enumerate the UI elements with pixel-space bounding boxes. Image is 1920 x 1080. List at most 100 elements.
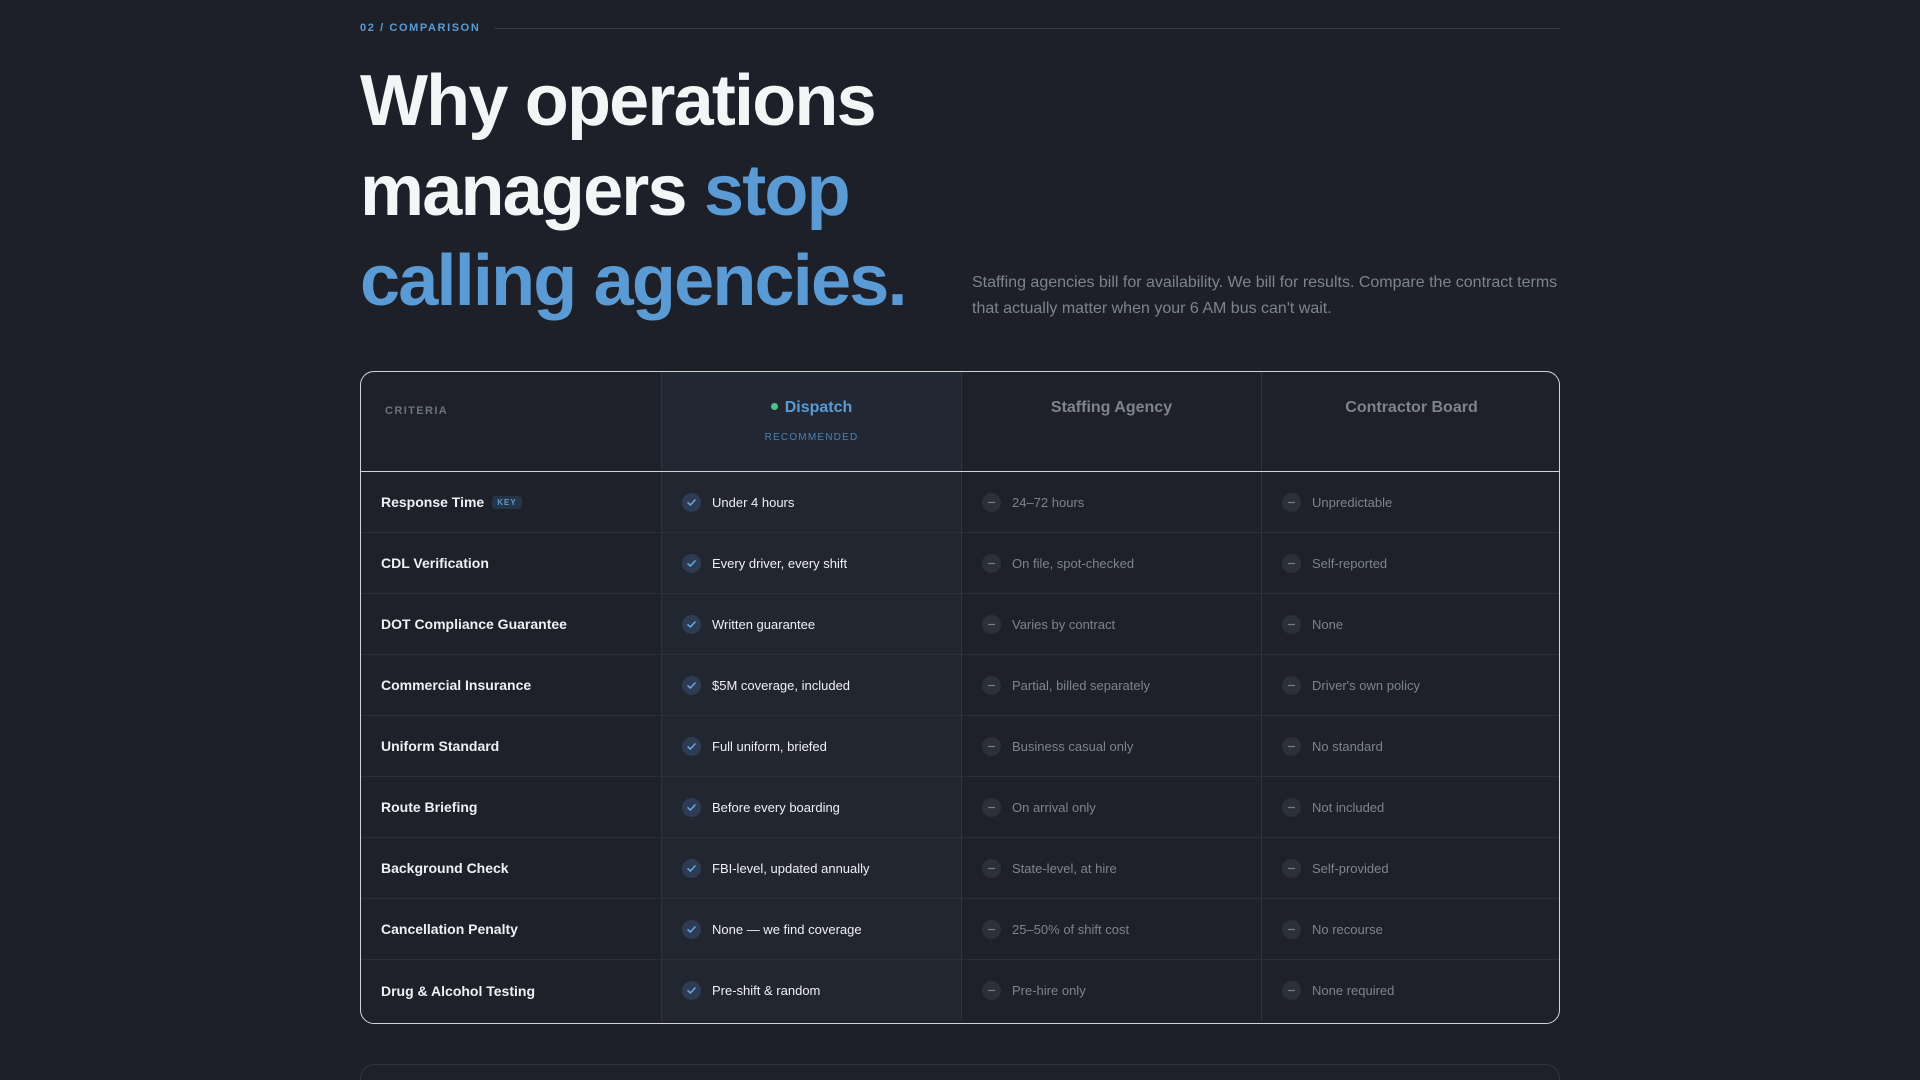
agency-cell: Pre-hire only <box>961 960 1261 1021</box>
criterion-label: Commercial Insurance <box>381 677 532 693</box>
dash-icon <box>1282 492 1301 512</box>
dispatch-value: Under 4 hours <box>712 494 795 510</box>
dash-icon <box>982 736 1001 756</box>
column-title-contractor-board: Contractor Board <box>1345 399 1478 416</box>
agency-value: Varies by contract <box>1012 616 1116 632</box>
dash-icon <box>982 858 1001 878</box>
column-title-dispatch: Dispatch <box>662 399 961 417</box>
dispatch-cell: Before every boarding <box>661 777 961 837</box>
dash-icon <box>1282 553 1301 573</box>
criterion-label: Cancellation Penalty <box>381 921 518 937</box>
headline-line-2: managers <box>360 151 704 231</box>
check-icon <box>682 797 701 817</box>
criterion-cell: Commercial Insurance <box>361 655 661 715</box>
dispatch-value: FBI-level, updated annually <box>712 860 870 876</box>
criterion-cell: DOT Compliance Guarantee <box>361 594 661 654</box>
agency-cell: Varies by contract <box>961 594 1261 654</box>
check-icon <box>682 858 701 878</box>
board-cell: Self-reported <box>1261 533 1559 593</box>
key-badge: KEY <box>492 495 522 509</box>
board-value: None required <box>1312 983 1395 998</box>
agency-cell: On arrival only <box>961 777 1261 837</box>
dash-icon <box>1282 614 1301 634</box>
dash-icon <box>1282 919 1301 939</box>
check-icon <box>682 919 701 939</box>
table-header: CRITERIA Dispatch RECOMMENDED Staffing A… <box>361 372 1559 472</box>
criterion-label: CDL Verification <box>381 555 489 571</box>
column-title-dispatch-label: Dispatch <box>784 399 853 416</box>
board-cell: None <box>1261 594 1559 654</box>
dash-icon <box>1282 736 1301 756</box>
table-row: Cancellation Penalty None — we find cover… <box>361 899 1559 960</box>
eyebrow-divider <box>494 27 1560 29</box>
criterion-label: Background Check <box>381 860 509 876</box>
check-icon <box>682 553 701 573</box>
dash-icon <box>1282 797 1301 817</box>
dispatch-cell: $5M coverage, included <box>661 655 961 715</box>
dispatch-value: Full uniform, briefed <box>712 738 827 754</box>
board-value: Self-provided <box>1312 860 1389 876</box>
board-value: No standard <box>1312 738 1383 754</box>
section-eyebrow: 02 / COMPARISON <box>360 22 481 34</box>
criterion-cell: CDL Verification <box>361 533 661 593</box>
table-row: Response Time KEY Under 4 hours 24–72 hours… <box>361 472 1559 533</box>
criterion-cell: Cancellation Penalty <box>361 899 661 959</box>
dispatch-cell: Every driver, every shift <box>661 533 961 593</box>
agency-cell: State-level, at hire <box>961 838 1261 898</box>
column-header-staffing-agency: Staffing Agency <box>961 372 1261 471</box>
column-header-dispatch: Dispatch RECOMMENDED <box>661 372 961 471</box>
table-row: Commercial Insurance $5M coverage, includ… <box>361 655 1559 716</box>
criteria-header: CRITERIA <box>385 405 449 417</box>
headline-line-1: Why operations <box>360 61 877 141</box>
criterion-label: DOT Compliance Guarantee <box>381 616 567 632</box>
dispatch-value: Written guarantee <box>712 616 816 632</box>
criterion-cell: Uniform Standard <box>361 716 661 776</box>
table-body: Response Time KEY Under 4 hours 24–72 hours… <box>361 472 1559 1021</box>
dispatch-cell: None — we find coverage <box>661 899 961 959</box>
status-dot <box>770 403 778 410</box>
next-card <box>360 1064 1560 1080</box>
headline-accent-2: calling agencies. <box>360 241 907 321</box>
recommended-label: RECOMMENDED <box>764 432 859 443</box>
dash-icon <box>982 553 1001 573</box>
board-cell: Unpredictable <box>1261 472 1559 532</box>
comparison-table: CRITERIA Dispatch RECOMMENDED Staffing A… <box>360 371 1560 1024</box>
dispatch-cell: Full uniform, briefed <box>661 716 961 776</box>
agency-cell: 25–50% of shift cost <box>961 899 1261 959</box>
criterion-label: Drug & Alcohol Testing <box>381 982 535 999</box>
section-eyebrow-row: 02 / COMPARISON <box>360 20 1560 36</box>
board-value: Self-reported <box>1312 555 1388 571</box>
intro-paragraph: Staffing agencies bill for availability.… <box>972 274 1558 317</box>
dash-icon <box>982 675 1001 695</box>
check-icon <box>682 736 701 756</box>
dispatch-cell: Pre-shift & random <box>661 960 961 1021</box>
agency-value: 24–72 hours <box>1012 494 1085 510</box>
criterion-label: Route Briefing <box>381 799 478 815</box>
dash-icon <box>982 797 1001 817</box>
board-cell: Driver's own policy <box>1261 655 1559 715</box>
agency-cell: Business casual only <box>961 716 1261 776</box>
check-icon <box>682 981 701 1000</box>
table-row: Drug & Alcohol Testing Pre-shift & random… <box>361 960 1559 1021</box>
agency-value: 25–50% of shift cost <box>1012 921 1130 937</box>
dispatch-value: Before every boarding <box>712 799 840 815</box>
check-icon <box>682 492 701 512</box>
dispatch-value: Every driver, every shift <box>712 555 848 571</box>
dash-icon <box>1282 858 1301 878</box>
dash-icon <box>982 492 1001 512</box>
agency-cell: On file, spot-checked <box>961 533 1261 593</box>
dispatch-cell: Under 4 hours <box>661 472 961 532</box>
table-row: Route Briefing Before every boarding On ar… <box>361 777 1559 838</box>
criterion-label: Response Time <box>381 494 485 510</box>
dispatch-value: Pre-shift & random <box>712 983 821 998</box>
check-icon <box>682 614 701 634</box>
board-value: None <box>1312 616 1344 632</box>
check-icon <box>682 675 701 695</box>
dash-icon <box>1282 981 1301 1000</box>
agency-cell: Partial, billed separately <box>961 655 1261 715</box>
board-value: No recourse <box>1312 921 1383 937</box>
board-cell: None required <box>1261 960 1559 1021</box>
board-cell: Self-provided <box>1261 838 1559 898</box>
table-row: Uniform Standard Full uniform, briefed Bus… <box>361 716 1559 777</box>
board-cell: Not included <box>1261 777 1559 837</box>
